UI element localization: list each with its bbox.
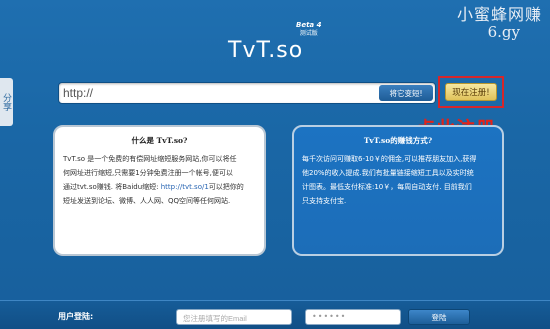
site-logo[interactable]: TvT.so [228, 38, 303, 63]
earn-panel: TvT.so的赚钱方式? 每千次访问可赚取6-10￥的佣金,可以推荐朋友加入,获… [292, 125, 504, 256]
about-line-text: 通过tvt.so赚钱. 将Baidu缩短: [63, 183, 161, 191]
register-highlight: 现在注册! [438, 76, 504, 108]
earn-title: TvT.so的赚钱方式? [363, 136, 433, 145]
url-input[interactable] [63, 85, 373, 101]
about-line: 短址发送到论坛、微博、人人网、QQ空间等任何网站. [63, 197, 231, 205]
login-bar: 用户登陆: 您注册填写的Email •••••• 登陆 [0, 300, 550, 329]
about-panel: 什么是 TvT.so? TvT.so 是一个免费的有偿网址缩短服务网站,你可以将… [53, 125, 266, 256]
login-button[interactable]: 登陆 [408, 309, 470, 325]
beta-badge: Beta 4 测试版 [296, 21, 321, 38]
earn-line: 计图表。最低支付标准:10￥，每周自动支付. 目前我们 [302, 183, 472, 191]
url-bar: 将它变短! [58, 82, 436, 104]
register-button[interactable]: 现在注册! [445, 83, 497, 101]
earn-line: 每千次访问可赚取6-10￥的佣金,可以推荐朋友加入,获得 [302, 155, 477, 163]
beta-label: Beta 4 [296, 21, 322, 29]
watermark: 小蜜蜂网赚 6.gy [456, 5, 542, 42]
example-link[interactable]: http://tvt.so/1 [161, 183, 209, 191]
login-label: 用户登陆: [58, 312, 94, 321]
about-line: 通过tvt.so赚钱. 将Baidu缩短: http://tvt.so/1可以把… [63, 180, 256, 194]
about-line-suffix: 可以把你的 [208, 183, 244, 191]
earn-line: 只支持支付宝. [302, 197, 347, 205]
watermark-line2: 6.gy [487, 23, 520, 42]
beta-sub: 测试版 [299, 30, 318, 38]
share-tab[interactable]: 分享 [0, 78, 13, 126]
about-title: 什么是 TvT.so? [131, 136, 188, 145]
email-field[interactable]: 您注册填写的Email [176, 309, 292, 325]
about-line: 何网址进行缩短,只需要1分钟免费注册一个帐号,便可以 [63, 169, 233, 177]
watermark-line1: 小蜜蜂网赚 [456, 5, 542, 24]
shorten-button[interactable]: 将它变短! [379, 85, 433, 101]
password-field[interactable]: •••••• [305, 309, 401, 325]
about-line: TvT.so 是一个免费的有偿网址缩短服务网站,你可以将任 [63, 155, 237, 163]
earn-line: 他20%的收入提成.我们有批量链接缩短工具以及实时统 [302, 169, 474, 177]
